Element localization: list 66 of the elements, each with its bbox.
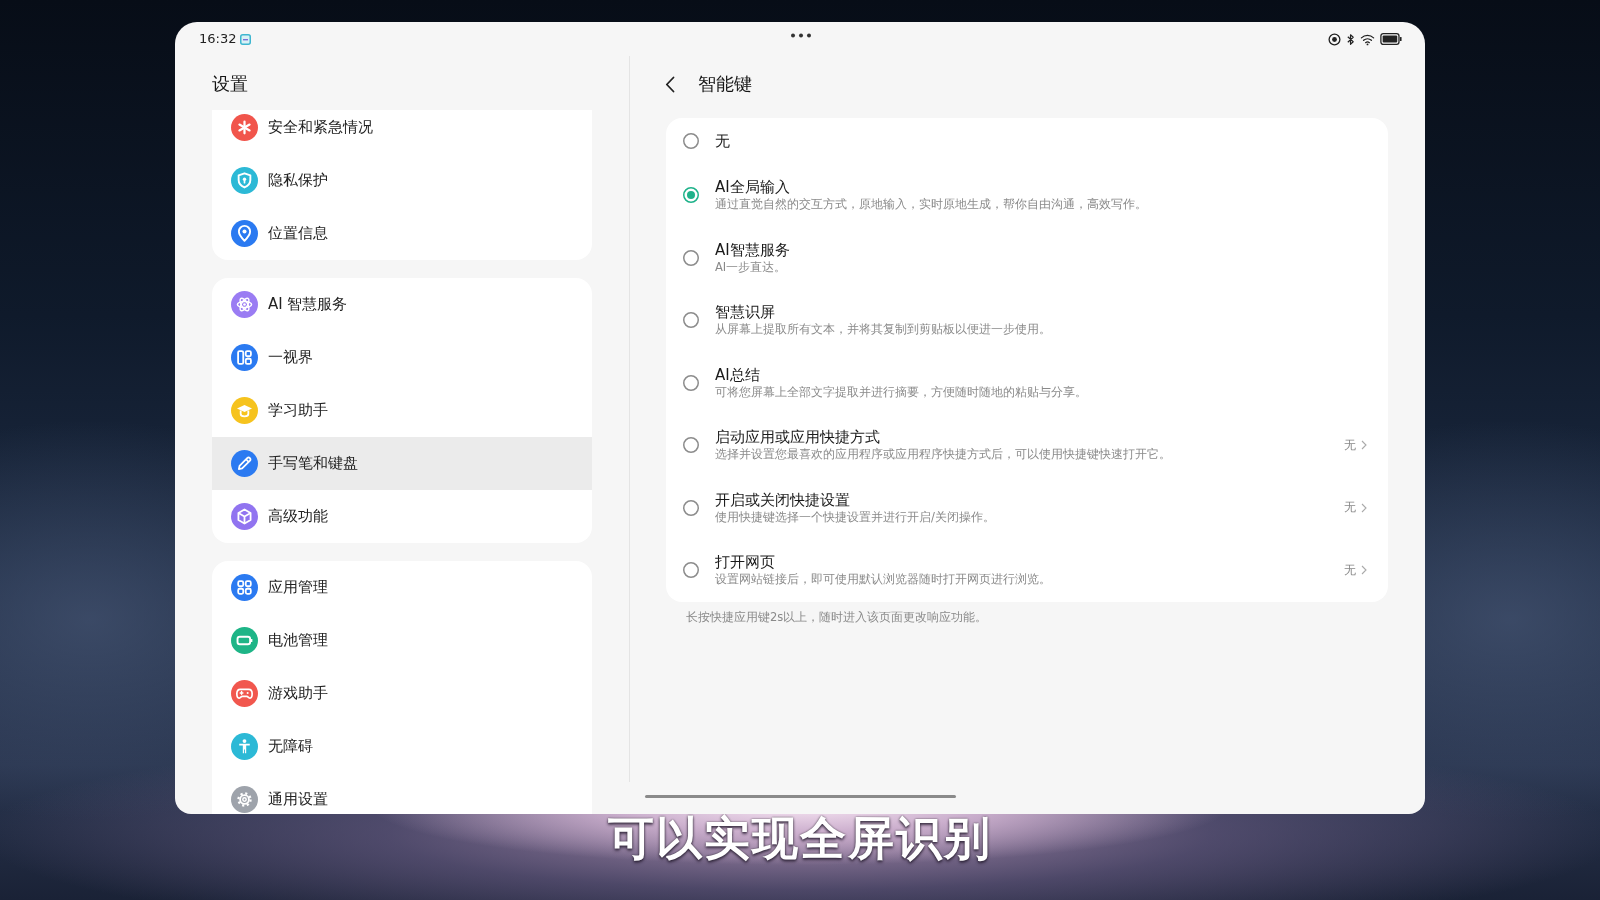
option-description: 可将您屏幕上全部文字提取并进行摘要，方便随时随地的粘贴与分享。	[715, 384, 1087, 400]
battery-icon	[231, 627, 258, 654]
app-notification-icon	[240, 33, 252, 45]
battery-status-icon	[1380, 33, 1402, 45]
sidebar-item[interactable]: 无障碍	[212, 720, 592, 773]
person-icon	[231, 733, 258, 760]
option-title: 打开网页	[715, 553, 775, 572]
radio-button[interactable]	[683, 187, 699, 204]
option-value: 无	[1344, 500, 1356, 516]
wifi-icon	[1360, 32, 1375, 46]
pencil-icon	[231, 450, 258, 477]
sidebar-item[interactable]: 安全和紧急情况	[212, 110, 592, 154]
cube-icon	[231, 503, 258, 530]
sidebar-title: 设置	[212, 73, 248, 95]
sidebar-item[interactable]: 隐私保护	[212, 154, 592, 207]
sidebar-item[interactable]: 手写笔和键盘	[212, 437, 592, 490]
gamepad-icon	[231, 680, 258, 707]
chevron-right-icon[interactable]	[1361, 565, 1367, 576]
graduation-cap-icon	[231, 397, 258, 424]
option-description: 设置网站链接后，即可使用默认浏览器随时打开网页进行浏览。	[715, 572, 1051, 588]
radio-button[interactable]	[683, 499, 699, 516]
radio-button[interactable]	[683, 374, 699, 391]
chevron-right-icon[interactable]	[1361, 502, 1367, 513]
sidebar-item[interactable]: 位置信息	[212, 207, 592, 260]
option-value: 无	[1344, 562, 1356, 578]
sidebar-item[interactable]: 应用管理	[212, 561, 592, 614]
radio-button[interactable]	[683, 312, 699, 329]
sidebar-item[interactable]: AI 智慧服务	[212, 278, 592, 331]
radio-button[interactable]	[683, 437, 699, 454]
option-description: 选择并设置您最喜欢的应用程序或应用程序快捷方式后，可以使用快捷键快速打开它。	[715, 447, 1171, 463]
option-title: AI全局输入	[715, 178, 790, 197]
sidebar-item[interactable]: 游戏助手	[212, 667, 592, 720]
option-title: AI智慧服务	[715, 240, 790, 259]
dot-circle-icon	[1328, 32, 1341, 46]
footnote-text: 长按快捷应用键2s以上，随时进入该页面更改响应功能。	[686, 609, 988, 625]
sidebar-item[interactable]: 通用设置	[212, 773, 592, 814]
option-description: 通过直觉自然的交互方式，原地输入，实时原地生成，帮你自由沟通，高效写作。	[715, 197, 1147, 213]
video-subtitle: 可以实现全屏识别	[608, 814, 992, 862]
radio-button[interactable]	[683, 562, 699, 579]
sidebar-item[interactable]: 电池管理	[212, 614, 592, 667]
radio-button[interactable]	[683, 249, 699, 266]
option-value: 无	[1344, 437, 1356, 453]
option-title: AI总结	[715, 365, 760, 384]
shield-icon	[231, 167, 258, 194]
option-description: AI一步直达。	[715, 259, 787, 275]
asterisk-icon	[231, 114, 258, 141]
bluetooth-icon	[1346, 32, 1355, 46]
chevron-right-icon[interactable]	[1361, 440, 1367, 451]
option-description: 使用快捷键选择一个快捷设置并进行开启/关闭操作。	[715, 509, 995, 525]
page-title: 智能键	[698, 73, 752, 95]
location-pin-icon	[231, 220, 258, 247]
option-title: 无	[715, 132, 730, 150]
status-time: 16:32	[199, 31, 237, 47]
back-icon[interactable]	[665, 75, 675, 93]
atom-icon	[231, 291, 258, 318]
option-title: 启动应用或应用快捷方式	[715, 428, 880, 447]
more-dots-icon[interactable]	[790, 33, 811, 38]
layout-tiles-icon	[231, 344, 258, 371]
radio-button[interactable]	[683, 133, 699, 149]
sidebar-item[interactable]: 高级功能	[212, 490, 592, 543]
sidebar-item[interactable]: 一视界	[212, 331, 592, 384]
option-title: 开启或关闭快捷设置	[715, 490, 850, 509]
app-grid-icon	[231, 574, 258, 601]
option-description: 从屏幕上提取所有文本，并将其复制到剪贴板以便进一步使用。	[715, 322, 1051, 338]
option-title: 智慧识屏	[715, 303, 775, 322]
sidebar-item[interactable]: 学习助手	[212, 384, 592, 437]
